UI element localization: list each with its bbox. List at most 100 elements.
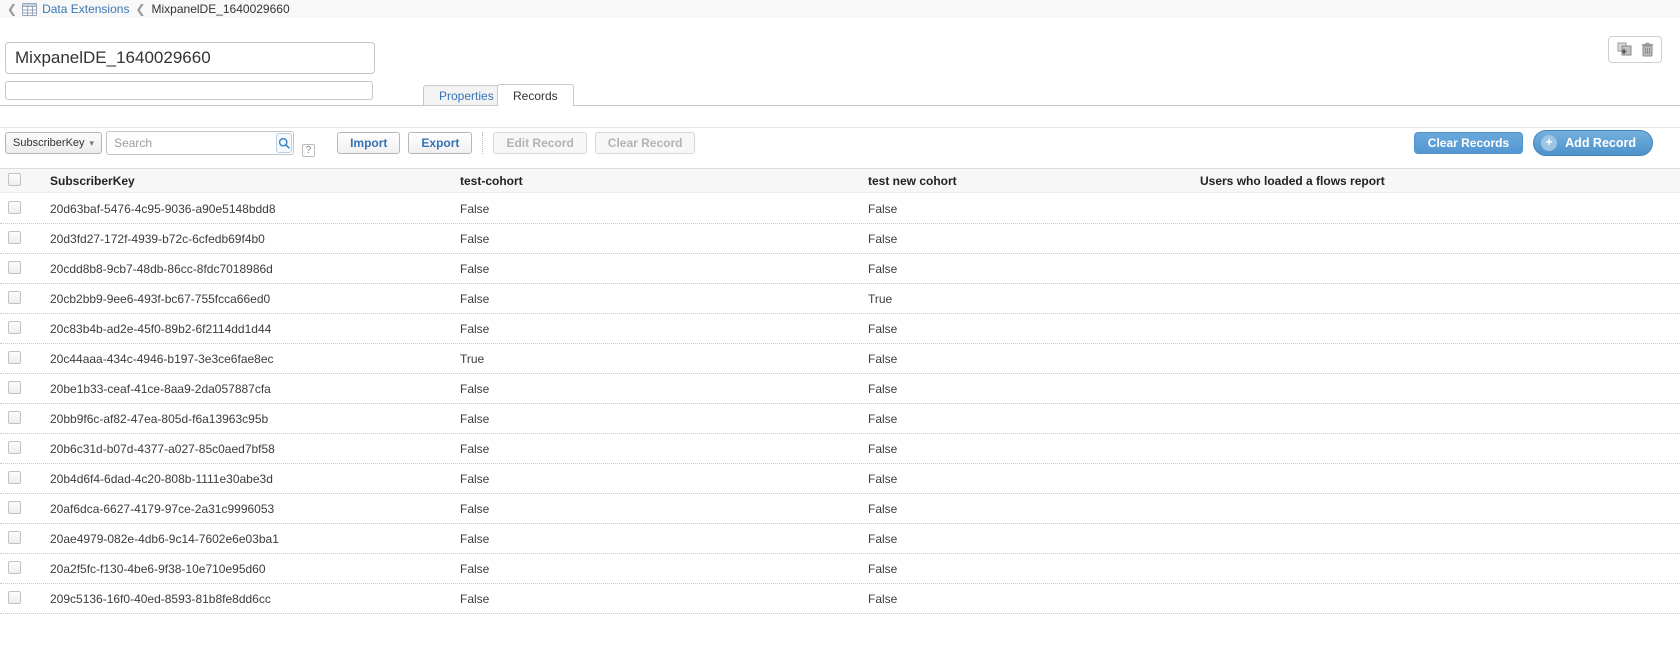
breadcrumb-current-item: MixpanelDE_1640029660 bbox=[152, 2, 290, 16]
edit-record-button[interactable]: Edit Record bbox=[493, 132, 586, 154]
search-field-dropdown-value: SubscriberKey bbox=[13, 137, 85, 149]
cell-test-new-cohort: False bbox=[858, 352, 1190, 366]
table-row[interactable]: 20b6c31d-b07d-4377-a027-85c0aed7bf58 Fal… bbox=[0, 434, 1680, 464]
cell-test-cohort: False bbox=[450, 202, 858, 216]
cell-test-new-cohort: False bbox=[858, 202, 1190, 216]
clear-records-button[interactable]: Clear Records bbox=[1414, 132, 1523, 154]
table-row[interactable]: 20cb2bb9-9ee6-493f-bc67-755fcca66ed0 Fal… bbox=[0, 284, 1680, 314]
column-header-test-new-cohort[interactable]: test new cohort bbox=[858, 174, 1190, 188]
cell-test-new-cohort: False bbox=[858, 412, 1190, 426]
cell-test-new-cohort: False bbox=[858, 592, 1190, 606]
export-button[interactable]: Export bbox=[408, 132, 472, 154]
cell-test-new-cohort: False bbox=[858, 532, 1190, 546]
cell-test-new-cohort: False bbox=[858, 262, 1190, 276]
cell-test-new-cohort: False bbox=[858, 232, 1190, 246]
column-header-flows-report[interactable]: Users who loaded a flows report bbox=[1190, 174, 1680, 188]
cell-test-cohort: False bbox=[450, 472, 858, 486]
records-panel-divider bbox=[0, 127, 1680, 128]
table-row[interactable]: 20a2f5fc-f130-4be6-9f38-10e710e95d60 Fal… bbox=[0, 554, 1680, 584]
cell-subscriber-key: 20b6c31d-b07d-4377-a027-85c0aed7bf58 bbox=[40, 442, 450, 456]
row-checkbox[interactable] bbox=[8, 471, 21, 484]
table-row[interactable]: 20c44aaa-434c-4946-b197-3e3ce6fae8ec Tru… bbox=[0, 344, 1680, 374]
column-header-subscriber-key[interactable]: SubscriberKey bbox=[40, 174, 450, 188]
table-row[interactable]: 209c5136-16f0-40ed-8593-81b8fe8dd6cc Fal… bbox=[0, 584, 1680, 614]
cell-subscriber-key: 20cb2bb9-9ee6-493f-bc67-755fcca66ed0 bbox=[40, 292, 450, 306]
tab-records[interactable]: Records bbox=[497, 84, 574, 106]
copy-extension-icon[interactable] bbox=[1617, 42, 1633, 57]
row-checkbox[interactable] bbox=[8, 411, 21, 424]
cell-subscriber-key: 209c5136-16f0-40ed-8593-81b8fe8dd6cc bbox=[40, 592, 450, 606]
delete-extension-icon[interactable] bbox=[1641, 42, 1654, 57]
cell-test-new-cohort: True bbox=[858, 292, 1190, 306]
cell-test-cohort: False bbox=[450, 232, 858, 246]
table-row[interactable]: 20cdd8b8-9cb7-48db-86cc-8fdc7018986d Fal… bbox=[0, 254, 1680, 284]
row-checkbox[interactable] bbox=[8, 531, 21, 544]
row-checkbox[interactable] bbox=[8, 291, 21, 304]
cell-subscriber-key: 20bb9f6c-af82-47ea-805d-f6a13963c95b bbox=[40, 412, 450, 426]
tabbar-divider bbox=[0, 105, 1680, 106]
cell-test-new-cohort: False bbox=[858, 442, 1190, 456]
cell-test-cohort: False bbox=[450, 382, 858, 396]
cell-subscriber-key: 20c83b4b-ad2e-45f0-89b2-6f2114dd1d44 bbox=[40, 322, 450, 336]
table-row[interactable]: 20bb9f6c-af82-47ea-805d-f6a13963c95b Fal… bbox=[0, 404, 1680, 434]
row-checkbox[interactable] bbox=[8, 201, 21, 214]
cell-test-new-cohort: False bbox=[858, 322, 1190, 336]
column-header-test-cohort[interactable]: test-cohort bbox=[450, 174, 858, 188]
clear-record-button[interactable]: Clear Record bbox=[595, 132, 696, 154]
search-input[interactable] bbox=[107, 133, 276, 153]
cell-test-new-cohort: False bbox=[858, 502, 1190, 516]
select-all-checkbox[interactable] bbox=[8, 173, 21, 186]
extension-name-input[interactable] bbox=[5, 42, 375, 74]
table-row[interactable]: 20be1b33-ceaf-41ce-8aa9-2da057887cfa Fal… bbox=[0, 374, 1680, 404]
data-extension-table-icon bbox=[22, 3, 37, 16]
row-checkbox[interactable] bbox=[8, 231, 21, 244]
external-key-input[interactable] bbox=[5, 81, 373, 100]
table-row[interactable]: 20d63baf-5476-4c95-9036-a90e5148bdd8 Fal… bbox=[0, 194, 1680, 224]
table-row[interactable]: 20af6dca-6627-4179-97ce-2a31c9996053 Fal… bbox=[0, 494, 1680, 524]
row-checkbox[interactable] bbox=[8, 381, 21, 394]
row-checkbox[interactable] bbox=[8, 321, 21, 334]
table-row[interactable]: 20d3fd27-172f-4939-b72c-6cfedb69f4b0 Fal… bbox=[0, 224, 1680, 254]
cell-test-new-cohort: False bbox=[858, 562, 1190, 576]
row-checkbox[interactable] bbox=[8, 261, 21, 274]
cell-subscriber-key: 20c44aaa-434c-4946-b197-3e3ce6fae8ec bbox=[40, 352, 450, 366]
cell-subscriber-key: 20cdd8b8-9cb7-48db-86cc-8fdc7018986d bbox=[40, 262, 450, 276]
help-icon[interactable]: ? bbox=[302, 144, 315, 157]
table-row[interactable]: 20b4d6f4-6dad-4c20-808b-1111e30abe3d Fal… bbox=[0, 464, 1680, 494]
cell-subscriber-key: 20d3fd27-172f-4939-b72c-6cfedb69f4b0 bbox=[40, 232, 450, 246]
data-extension-records-page: ❮ Data Extensions ❮ MixpanelDE_164002966… bbox=[0, 0, 1680, 670]
row-checkbox[interactable] bbox=[8, 561, 21, 574]
search-icon bbox=[278, 137, 291, 150]
cell-test-new-cohort: False bbox=[858, 382, 1190, 396]
plus-icon: + bbox=[1541, 135, 1557, 151]
row-checkbox[interactable] bbox=[8, 591, 21, 604]
cell-subscriber-key: 20ae4979-082e-4db6-9c14-7602e6e03ba1 bbox=[40, 532, 450, 546]
cell-subscriber-key: 20a2f5fc-f130-4be6-9f38-10e710e95d60 bbox=[40, 562, 450, 576]
cell-test-cohort: False bbox=[450, 412, 858, 426]
search-submit-button[interactable] bbox=[276, 133, 292, 153]
cell-test-cohort: False bbox=[450, 592, 858, 606]
cell-test-new-cohort: False bbox=[858, 472, 1190, 486]
table-body: 20d63baf-5476-4c95-9036-a90e5148bdd8 Fal… bbox=[0, 194, 1680, 614]
back-chevron-icon[interactable]: ❮ bbox=[7, 1, 17, 17]
search-field-dropdown[interactable]: SubscriberKey ▾ bbox=[5, 132, 102, 154]
cell-subscriber-key: 20be1b33-ceaf-41ce-8aa9-2da057887cfa bbox=[40, 382, 450, 396]
breadcrumb-data-extensions-link[interactable]: Data Extensions bbox=[42, 2, 129, 16]
row-checkbox[interactable] bbox=[8, 501, 21, 514]
extension-actions-box bbox=[1608, 36, 1662, 63]
add-record-label: Add Record bbox=[1565, 136, 1636, 150]
row-checkbox[interactable] bbox=[8, 351, 21, 364]
search-box bbox=[106, 131, 294, 155]
import-button[interactable]: Import bbox=[337, 132, 400, 154]
cell-subscriber-key: 20b4d6f4-6dad-4c20-808b-1111e30abe3d bbox=[40, 472, 450, 486]
table-row[interactable]: 20c83b4b-ad2e-45f0-89b2-6f2114dd1d44 Fal… bbox=[0, 314, 1680, 344]
cell-test-cohort: False bbox=[450, 262, 858, 276]
add-record-button[interactable]: + Add Record bbox=[1533, 130, 1653, 156]
chevron-down-icon: ▾ bbox=[90, 138, 95, 149]
cell-test-cohort: False bbox=[450, 532, 858, 546]
table-row[interactable]: 20ae4979-082e-4db6-9c14-7602e6e03ba1 Fal… bbox=[0, 524, 1680, 554]
cell-test-cohort: False bbox=[450, 562, 858, 576]
row-checkbox[interactable] bbox=[8, 441, 21, 454]
cell-test-cohort: True bbox=[450, 352, 858, 366]
table-header-row: SubscriberKey test-cohort test new cohor… bbox=[0, 168, 1680, 193]
